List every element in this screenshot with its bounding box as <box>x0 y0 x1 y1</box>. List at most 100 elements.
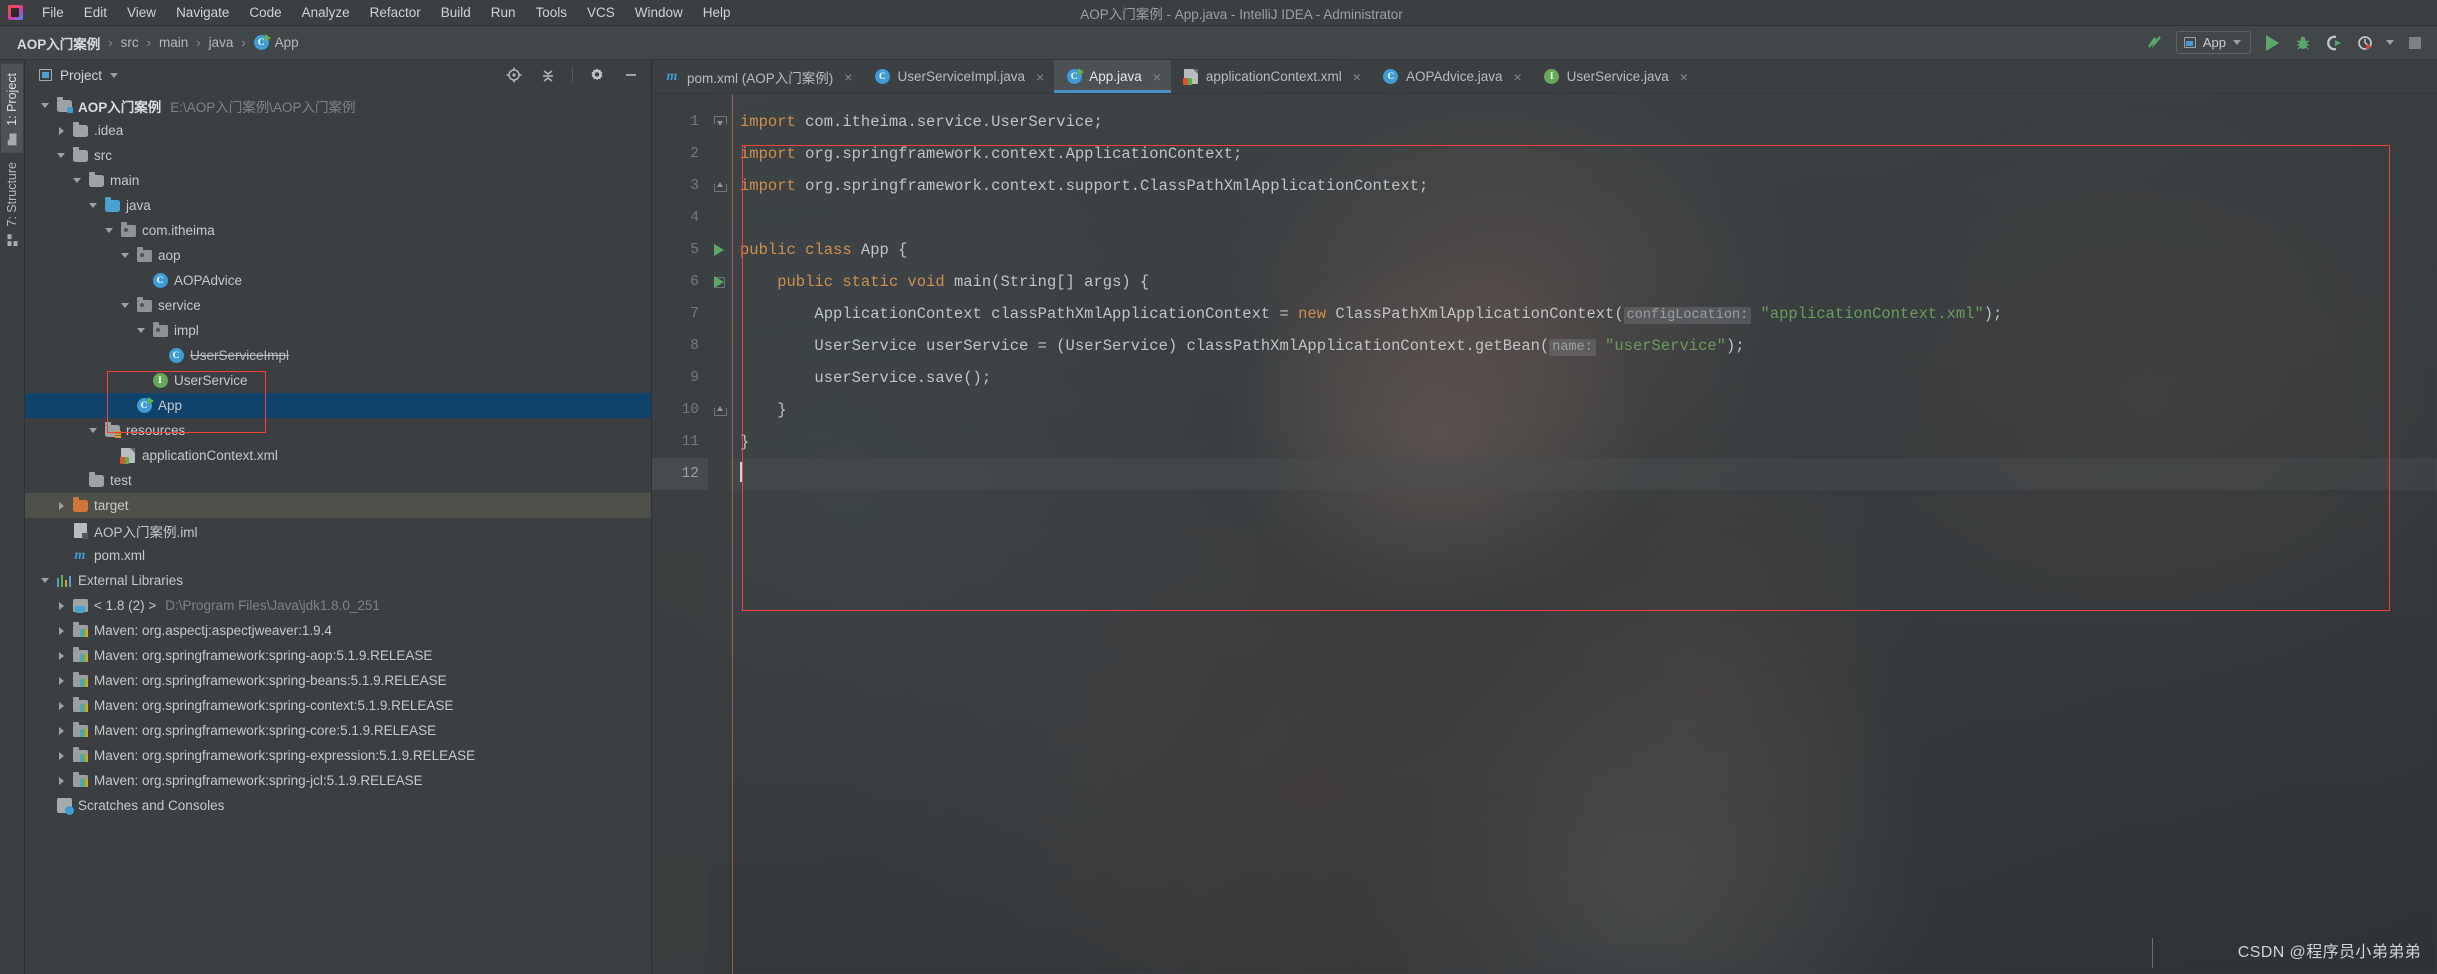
hide-icon[interactable] <box>621 65 641 85</box>
tree-node[interactable]: m pom.xml <box>25 543 651 568</box>
chevron-right-icon[interactable] <box>55 774 68 787</box>
chevron-right-icon[interactable] <box>55 674 68 687</box>
menu-item-edit[interactable]: Edit <box>74 3 117 22</box>
editor-tab-pom-xml-aop-[interactable]: m pom.xml (AOP入门案例) × <box>652 60 862 93</box>
breadcrumb-item-src[interactable]: src <box>114 32 146 53</box>
tree-node[interactable]: AOP入门案例.iml <box>25 518 651 543</box>
chevron-down-icon[interactable] <box>39 574 52 587</box>
tree-node[interactable]: aop <box>25 243 651 268</box>
breadcrumb-item-app[interactable]: C App <box>247 32 306 53</box>
close-icon[interactable]: × <box>1036 70 1044 84</box>
editor-tab-aopadvice-java[interactable]: C AOPAdvice.java × <box>1371 60 1532 93</box>
chevron-right-icon[interactable] <box>55 624 68 637</box>
chevron-down-icon[interactable] <box>87 424 100 437</box>
menu-item-navigate[interactable]: Navigate <box>166 3 239 22</box>
menu-item-view[interactable]: View <box>117 3 166 22</box>
menu-item-tools[interactable]: Tools <box>526 3 578 22</box>
breadcrumb-item-main[interactable]: main <box>152 32 195 53</box>
chevron-down-icon[interactable] <box>71 174 84 187</box>
tree-node-selected[interactable]: C App <box>25 393 651 418</box>
editor-tab-applicationcontext-xml[interactable]: applicationContext.xml × <box>1171 60 1371 93</box>
chevron-down-icon[interactable] <box>39 99 52 112</box>
tree-node[interactable]: resources <box>25 418 651 443</box>
project-tree[interactable]: AOP入门案例 E:\AOP入门案例\AOP入门案例 .idea src main jav… <box>25 90 651 974</box>
tree-node[interactable]: I UserService <box>25 368 651 393</box>
side-tab-1-project[interactable]: 1: Project <box>1 64 23 153</box>
chevron-right-icon[interactable] <box>55 599 68 612</box>
run-icon[interactable] <box>2262 33 2282 53</box>
tree-node[interactable]: External Libraries <box>25 568 651 593</box>
chevron-down-icon[interactable] <box>55 149 68 162</box>
gear-icon[interactable] <box>587 65 607 85</box>
breadcrumb-item-java[interactable]: java <box>202 32 241 53</box>
tree-node[interactable]: java <box>25 193 651 218</box>
code-editor[interactable]: 1 2 3 4 5 6 7 8 9 10 11 12 import com.itheima.servi… <box>652 94 2437 974</box>
close-icon[interactable]: × <box>844 70 852 84</box>
debug-bug-icon[interactable] <box>2293 33 2313 53</box>
editor-tab-userservice-java[interactable]: I UserService.java × <box>1532 60 1698 93</box>
tree-node[interactable]: Maven: org.springframework:spring-contex… <box>25 693 651 718</box>
chevron-right-icon[interactable] <box>55 749 68 762</box>
chevron-right-icon[interactable] <box>55 649 68 662</box>
menu-item-window[interactable]: Window <box>625 3 693 22</box>
tree-node[interactable]: main <box>25 168 651 193</box>
tree-node[interactable]: C UserServiceImpl <box>25 343 651 368</box>
menu-item-run[interactable]: Run <box>481 3 526 22</box>
chevron-down-icon[interactable] <box>135 324 148 337</box>
update-project-icon[interactable] <box>2145 33 2165 53</box>
breadcrumb-item-aop-[interactable]: AOP入门案例 <box>10 30 107 56</box>
close-icon[interactable]: × <box>1513 70 1521 84</box>
run-configuration-selector[interactable]: App <box>2175 31 2251 54</box>
close-icon[interactable]: × <box>1353 70 1361 84</box>
chevron-right-icon[interactable] <box>55 699 68 712</box>
code-content[interactable]: import com.itheima.service.UserService; i… <box>730 94 2437 974</box>
collapse-all-icon[interactable] <box>538 65 558 85</box>
tree-node[interactable]: .idea <box>25 118 651 143</box>
chevron-right-icon[interactable] <box>55 499 68 512</box>
locate-icon[interactable] <box>504 65 524 85</box>
tree-node[interactable]: service <box>25 293 651 318</box>
tree-node[interactable]: Maven: org.springframework:spring-core:5… <box>25 718 651 743</box>
project-panel-title[interactable]: Project <box>39 68 119 83</box>
editor-tab-userserviceimpl-java[interactable]: C UserServiceImpl.java × <box>862 60 1054 93</box>
tree-node[interactable]: Scratches and Consoles <box>25 793 651 818</box>
menu-item-help[interactable]: Help <box>693 3 741 22</box>
profiler-icon[interactable] <box>2355 33 2375 53</box>
chevron-down-icon[interactable] <box>119 299 132 312</box>
run-with-coverage-icon[interactable] <box>2324 33 2344 53</box>
tree-node[interactable]: test <box>25 468 651 493</box>
menu-item-refactor[interactable]: Refactor <box>360 3 431 22</box>
tree-node[interactable]: Maven: org.springframework:spring-expres… <box>25 743 651 768</box>
chevron-right-icon[interactable] <box>55 124 68 137</box>
side-tab-7-structure[interactable]: 7: Structure <box>1 153 23 254</box>
tree-node[interactable]: Maven: org.springframework:spring-aop:5.… <box>25 643 651 668</box>
chevron-down-icon[interactable] <box>87 199 100 212</box>
tree-node[interactable]: AOP入门案例 E:\AOP入门案例\AOP入门案例 <box>25 93 651 118</box>
menu-item-code[interactable]: Code <box>239 3 291 22</box>
menu-item-vcs[interactable]: VCS <box>577 3 625 22</box>
chevron-down-icon[interactable] <box>119 249 132 262</box>
tree-node[interactable]: target <box>25 493 651 518</box>
editor-tab-app-java[interactable]: C App.java × <box>1054 60 1171 93</box>
tree-node[interactable]: Maven: org.springframework:spring-jcl:5.… <box>25 768 651 793</box>
close-icon[interactable]: × <box>1153 70 1161 84</box>
tree-node[interactable]: impl <box>25 318 651 343</box>
tree-node[interactable]: Maven: org.springframework:spring-beans:… <box>25 668 651 693</box>
menu-item-file[interactable]: File <box>32 3 74 22</box>
tree-node[interactable]: Maven: org.aspectj:aspectjweaver:1.9.4 <box>25 618 651 643</box>
stop-icon[interactable] <box>2405 33 2425 53</box>
close-icon[interactable]: × <box>1680 70 1688 84</box>
tree-node[interactable]: < 1.8 (2) > D:\Program Files\Java\jdk1.8.… <box>25 593 651 618</box>
chevron-down-icon[interactable] <box>103 224 116 237</box>
tree-node[interactable]: C AOPAdvice <box>25 268 651 293</box>
profiler-chevron-down-icon[interactable] <box>2386 40 2394 45</box>
run-gutter-icons[interactable] <box>708 106 730 490</box>
menu-item-analyze[interactable]: Analyze <box>292 3 360 22</box>
run-gutter-icon[interactable] <box>708 234 730 266</box>
menu-item-build[interactable]: Build <box>431 3 481 22</box>
run-gutter-icon[interactable] <box>708 266 730 298</box>
chevron-right-icon[interactable] <box>55 724 68 737</box>
tree-node[interactable]: com.itheima <box>25 218 651 243</box>
tree-node[interactable]: applicationContext.xml <box>25 443 651 468</box>
tree-node[interactable]: src <box>25 143 651 168</box>
